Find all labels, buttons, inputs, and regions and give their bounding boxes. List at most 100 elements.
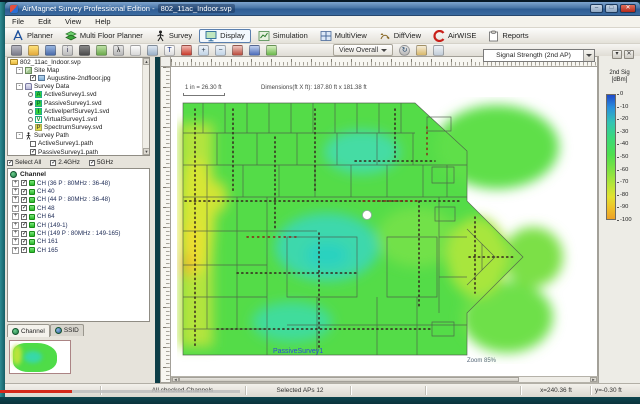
expand-icon[interactable] [12, 179, 19, 187]
multi-floor-planner-button[interactable]: Multi Floor Planner [60, 29, 148, 43]
tree-node-survey-file[interactable]: V VirtualSurvey1.svd [8, 115, 149, 123]
expand-icon[interactable] [12, 238, 19, 246]
table-icon[interactable] [433, 44, 445, 56]
expand-icon[interactable] [12, 188, 19, 196]
multiview-button[interactable]: MultiView [315, 29, 372, 43]
collapse-expander-icon[interactable] [16, 83, 23, 91]
channel-checkbox[interactable] [21, 180, 27, 187]
minimap[interactable] [9, 340, 71, 374]
airwise-button[interactable]: AirWISE [428, 29, 481, 43]
display-button[interactable]: Display [199, 28, 251, 43]
maximize-button[interactable]: □ [605, 4, 618, 13]
expand-icon[interactable] [12, 230, 19, 238]
tree-node-path-file[interactable]: ActiveSurvey1.path [8, 140, 149, 148]
tree-node-survey-file[interactable]: I ActiveIperfSurvey1.svd [8, 107, 149, 115]
wrench-icon[interactable] [11, 44, 22, 56]
survey-radio[interactable] [28, 116, 33, 122]
open-folder-icon[interactable] [28, 44, 39, 56]
ap-marker[interactable] [362, 210, 372, 220]
binoculars-icon[interactable] [79, 44, 90, 56]
scroll-left-icon[interactable]: ◄ [172, 377, 179, 382]
menu-edit[interactable]: Edit [31, 17, 58, 26]
tree-node-site-map[interactable]: Site Map [8, 66, 149, 74]
channel-checkbox[interactable] [21, 213, 27, 220]
expand-icon[interactable] [12, 204, 19, 212]
band-24-checkbox[interactable] [50, 159, 57, 166]
horizontal-scrollbar[interactable]: ◄ ► [171, 376, 598, 383]
menu-file[interactable]: File [5, 17, 31, 26]
channel-row[interactable]: CH 48 [8, 204, 149, 212]
info-icon[interactable]: i [62, 44, 73, 56]
walk-path-icon[interactable]: λ [113, 44, 124, 56]
map-canvas[interactable]: 1 in = 26.30 ft Dimensions(ft X ft): 187… [171, 67, 598, 376]
survey-radio[interactable] [28, 108, 33, 114]
channel-row[interactable]: CH 161 [8, 238, 149, 246]
band-5-filter[interactable]: 5GHz [88, 159, 113, 166]
collapse-expander-icon[interactable] [16, 132, 23, 140]
zoom-out-icon[interactable]: − [215, 44, 226, 56]
expand-icon[interactable] [12, 213, 19, 221]
path-checkbox[interactable] [30, 149, 36, 155]
tree-node-survey-file[interactable]: P PassiveSurvey1.svd [8, 99, 149, 107]
channel-checkbox[interactable] [21, 230, 27, 237]
select-all-checkbox[interactable] [7, 159, 13, 166]
tree-node-survey-data[interactable]: Survey Data [8, 83, 149, 91]
tree-node-floor-image[interactable]: Augustine-2ndfloor.jpg [8, 74, 149, 82]
tree-node-survey-file[interactable]: A ActiveSurvey1.svd [8, 91, 149, 99]
scrollbar-thumb[interactable] [179, 377, 519, 382]
chart-red-icon[interactable] [232, 44, 243, 56]
scroll-down-icon[interactable]: ▼ [143, 148, 149, 155]
planner-button[interactable]: Planner [7, 29, 58, 43]
menu-help[interactable]: Help [88, 17, 117, 26]
expand-icon[interactable] [12, 196, 19, 204]
expand-icon[interactable] [12, 246, 19, 254]
tree-node-path-file[interactable]: PassiveSurvey1.path [8, 148, 149, 155]
tree-node-survey-file[interactable]: P SpectrumSurvey.svd [8, 124, 149, 132]
collapse-expander-icon[interactable] [16, 66, 23, 74]
page-icon[interactable] [130, 44, 141, 56]
pen-icon[interactable] [416, 44, 428, 56]
marker-icon[interactable] [266, 44, 277, 56]
close-button[interactable]: ✕ [620, 4, 636, 13]
image-icon[interactable] [96, 44, 107, 56]
survey-button[interactable]: Survey [150, 29, 197, 43]
refresh-icon[interactable]: ↻ [399, 44, 411, 56]
tab-channel[interactable]: Channel [7, 324, 50, 337]
video-progress-bar[interactable] [0, 390, 72, 393]
survey-radio[interactable] [28, 92, 33, 98]
channel-row[interactable]: CH 40 [8, 187, 149, 196]
channel-row[interactable]: CH 165 [8, 246, 149, 254]
tree-root[interactable]: 802_11ac_Indoor.svp [8, 58, 149, 66]
view-overall-dropdown[interactable]: View Overall [333, 44, 394, 56]
chart-blue-icon[interactable] [249, 44, 260, 56]
expand-icon[interactable] [12, 221, 19, 229]
dropdown-button[interactable] [583, 50, 594, 61]
channel-checkbox[interactable] [21, 196, 27, 203]
survey-radio[interactable] [28, 125, 33, 131]
channel-checkbox[interactable] [21, 222, 27, 229]
channel-checkbox[interactable] [21, 247, 27, 254]
channel-row[interactable]: CH (149-1) [8, 221, 149, 229]
tab-ssid[interactable]: SSID [49, 324, 84, 336]
floor-image-checkbox[interactable] [30, 75, 36, 82]
channel-row[interactable]: CH (149 P : 80MHz : 149-165) [8, 229, 149, 238]
zoom-in-icon[interactable]: + [198, 44, 209, 56]
save-icon[interactable] [45, 44, 56, 56]
band-5-checkbox[interactable] [88, 159, 95, 166]
band-24-filter[interactable]: 2.4GHz [50, 159, 80, 166]
path-checkbox[interactable] [30, 140, 36, 147]
grid-icon[interactable] [147, 44, 158, 56]
signal-icon[interactable] [181, 44, 192, 56]
channel-checkbox[interactable] [21, 238, 27, 245]
simulation-button[interactable]: Simulation [253, 29, 313, 43]
scroll-up-icon[interactable]: ▲ [143, 58, 149, 65]
minimize-button[interactable]: – [590, 4, 603, 13]
scroll-right-icon[interactable]: ► [590, 377, 597, 382]
channel-checkbox[interactable] [21, 205, 27, 212]
channel-checkbox[interactable] [21, 188, 27, 195]
reports-button[interactable]: Reports [483, 29, 533, 43]
collapse-icon[interactable]: ▾ [612, 50, 622, 59]
select-all-filter[interactable]: Select All [7, 159, 41, 166]
survey-radio[interactable] [28, 100, 33, 106]
channel-row[interactable]: CH (44 P : 80MHz : 36-48) [8, 196, 149, 204]
